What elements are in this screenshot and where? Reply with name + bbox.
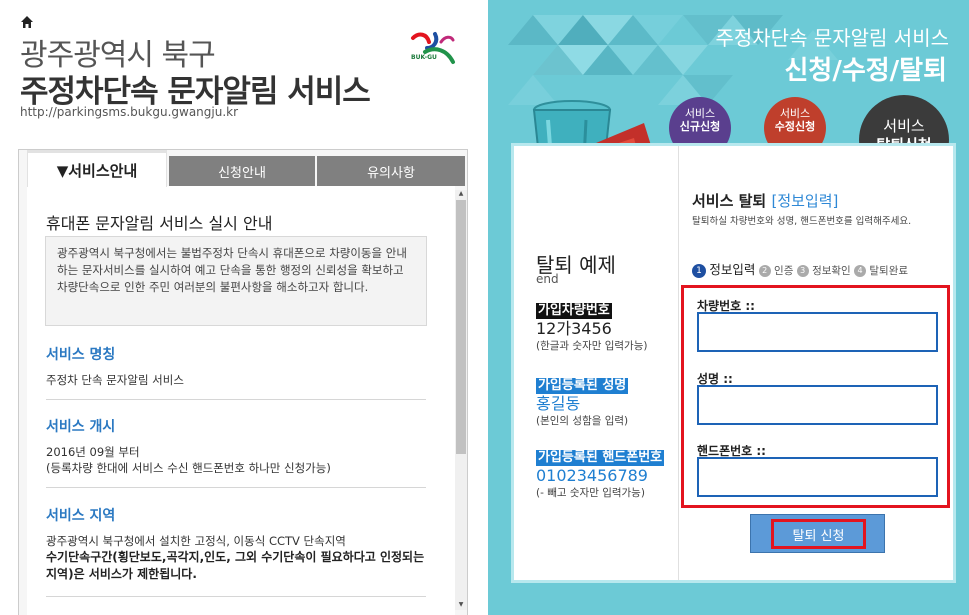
section-divider (46, 596, 426, 597)
right-panel: 주정차단속 문자알림 서비스 신청/수정/탈퇴 서비스 신규신청 서비스 수정신… (488, 0, 969, 615)
submit-label: 탈퇴 신청 (771, 519, 866, 549)
tab-service-info[interactable]: ▼서비스안내 (27, 150, 167, 187)
notice-body: 광주광역시 북구청에서는 불법주정차 단속시 휴대폰으로 차량이동을 안내하는 … (45, 236, 427, 326)
right-title: 신청/수정/탈퇴 (784, 56, 947, 86)
example-phone: 가입등록된 핸드폰번호 01023456789 (- 빼고 숫자만 입력가능) (536, 446, 676, 500)
right-subtitle: 주정차단속 문자알림 서비스 (715, 26, 949, 50)
example-hint: (- 빼고 숫자만 입력가능) (536, 487, 645, 499)
step-label: 정보입력 (709, 262, 756, 277)
info-input-form: 차량번호 :: 성명 :: 핸드폰번호 :: (681, 285, 950, 508)
step-label: 인증 (774, 265, 794, 277)
circle-label-bold: 수정신청 (774, 120, 816, 133)
step-number: 2 (758, 265, 771, 277)
phone-number-input[interactable] (697, 457, 938, 497)
column-divider (678, 146, 679, 580)
form-description: 탈퇴하실 차량번호와 성명, 핸드폰번호를 입력해주세요. (692, 216, 912, 227)
example-name: 가입등록된 성명 홍길동 (본인의 성함을 입력) (536, 374, 676, 428)
example-car: 가입차량번호 12가3456 (한글과 숫자만 입력가능) (536, 299, 676, 353)
service-info-panel: ▼서비스안내 신청안내 유의사항 휴대폰 문자알림 서비스 실시 안내 광주광역… (18, 149, 468, 615)
section-title: 서비스 지역 (46, 508, 116, 524)
tab-apply-info[interactable]: 신청안내 (169, 156, 315, 186)
section-service-start: 서비스 개시 2016년 09월 부터 (등록차량 한대에 서비스 수신 핸드폰… (46, 416, 426, 476)
step-number: 4 (854, 265, 867, 277)
withdrawal-card: 탈퇴 예제 end 가입차량번호 12가3456 (한글과 숫자만 입력가능) … (511, 143, 956, 583)
section-text: 광주광역시 북구청에서 설치한 고정식, 이동식 CCTV 단속지역 (46, 534, 346, 548)
scroll-down-arrow-icon[interactable]: ▼ (457, 602, 465, 608)
scroll-up-arrow-icon[interactable]: ▲ (457, 191, 465, 197)
example-value: 12가3456 (536, 319, 612, 338)
example-label: 가입차량번호 (536, 303, 612, 319)
step-label: 정보확인 (812, 265, 851, 277)
name-input[interactable] (697, 385, 938, 425)
form-title: 서비스 탈퇴 [정보입력] (692, 190, 838, 211)
left-panel: 광주광역시 북구 주정차단속 문자알림 서비스 http://parkingsm… (0, 0, 488, 615)
bukgu-logo (411, 32, 455, 64)
example-subtitle: end (536, 272, 559, 286)
form-title-text: 서비스 탈퇴 (692, 192, 767, 210)
section-text: 2016년 09월 부터 (46, 445, 140, 459)
circle-label: 서비스 (883, 117, 925, 135)
example-value: 01023456789 (536, 466, 648, 485)
section-divider (46, 399, 426, 400)
circle-label: 서비스 (779, 107, 811, 120)
section-text-bold: 수기단속구간(횡단보도,곡각지,인도, 그외 수기단속이 필요하다고 인정되는 … (46, 550, 425, 581)
home-icon[interactable] (20, 15, 34, 29)
section-title: 서비스 개시 (46, 419, 116, 435)
form-title-accent: [정보입력] (771, 192, 839, 210)
scrollbar[interactable]: ▲ ▼ (455, 190, 467, 610)
step-label: 탈퇴완료 (869, 265, 909, 277)
section-service-name: 서비스 명칭 주정차 단속 문자알림 서비스 (46, 344, 426, 388)
notice-title: 휴대폰 문자알림 서비스 실시 안내 (46, 214, 273, 233)
step-indicator: 1 정보입력 2 인증 3 정보확인 4 탈퇴완료 (692, 259, 908, 278)
example-value: 홍길동 (536, 394, 581, 413)
section-service-area: 서비스 지역 광주광역시 북구청에서 설치한 고정식, 이동식 CCTV 단속지… (46, 505, 426, 583)
circle-label: 서비스 (684, 107, 716, 120)
example-hint: (본인의 성함을 입력) (536, 415, 629, 427)
step-number: 1 (692, 264, 706, 278)
section-text: (등록차량 한대에 서비스 수신 핸드폰번호 하나만 신청가능) (46, 461, 331, 475)
section-text: 주정차 단속 문자알림 서비스 (46, 373, 184, 387)
section-title: 서비스 명칭 (46, 347, 116, 363)
car-number-input[interactable] (697, 312, 938, 352)
circle-label-bold: 신규신청 (679, 120, 721, 133)
example-label: 가입등록된 성명 (536, 378, 629, 394)
step-number: 3 (796, 265, 809, 277)
example-label: 가입등록된 핸드폰번호 (536, 450, 665, 466)
example-column: 탈퇴 예제 end 가입차량번호 12가3456 (한글과 숫자만 입력가능) … (514, 146, 678, 580)
tab-content: 휴대폰 문자알림 서비스 실시 안내 광주광역시 북구청에서는 불법주정차 단속… (27, 186, 455, 615)
scroll-thumb[interactable] (456, 200, 466, 454)
section-divider (46, 487, 426, 488)
example-hint: (한글과 숫자만 입력가능) (536, 340, 648, 352)
tab-cautions[interactable]: 유의사항 (317, 156, 465, 186)
withdraw-submit-button[interactable]: 탈퇴 신청 (750, 514, 885, 553)
tab-row: ▼서비스안내 신청안내 유의사항 (19, 150, 467, 187)
site-url: http://parkingsms.bukgu.gwangju.kr (20, 105, 239, 119)
logo-text: BUK-GU (411, 54, 437, 61)
